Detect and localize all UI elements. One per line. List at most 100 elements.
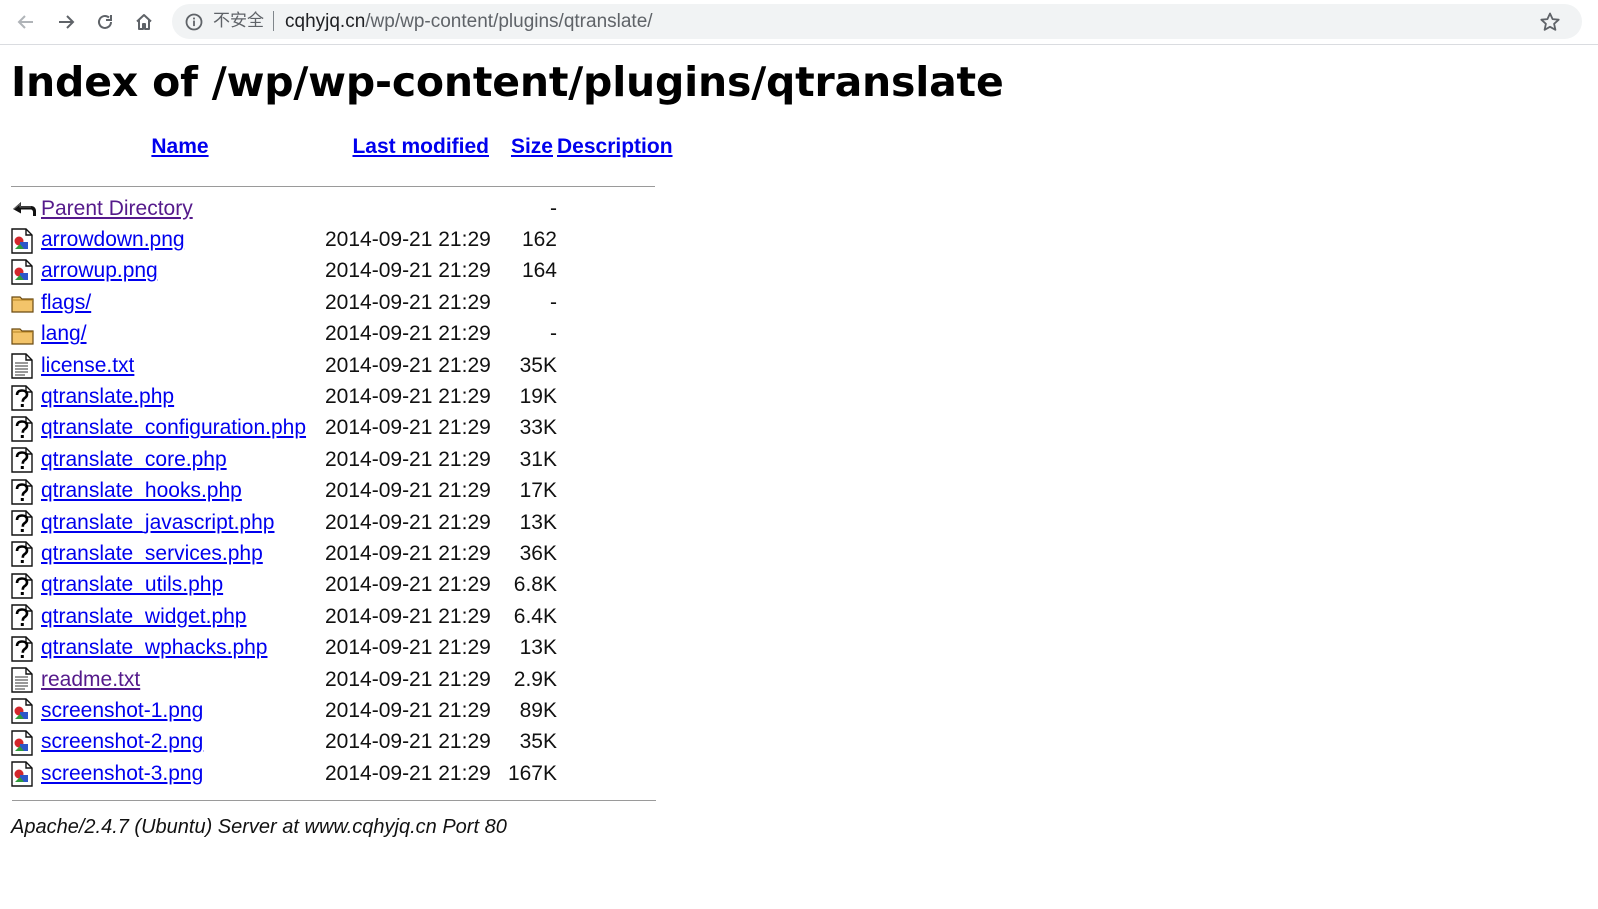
description-cell	[557, 476, 673, 507]
file-link[interactable]: license.txt	[41, 354, 134, 377]
sort-by-modified-link[interactable]: Last modified	[352, 135, 489, 158]
table-row: qtranslate_widget.php 2014-09-21 21:29 6.4…	[11, 601, 673, 632]
file-link[interactable]: qtranslate_configuration.php	[41, 416, 306, 439]
page-content: Index of /wp/wp-content/plugins/qtransla…	[11, 56, 1004, 838]
file-link[interactable]: screenshot-1.png	[41, 699, 203, 722]
last-modified-cell: 2014-09-21 21:29	[325, 604, 491, 628]
last-modified-cell: 2014-09-21 21:29	[325, 259, 491, 283]
reload-button[interactable]	[90, 7, 120, 37]
image-icon	[11, 224, 41, 255]
file-link[interactable]: lang/	[41, 322, 87, 345]
file-link[interactable]: qtranslate_javascript.php	[41, 511, 274, 534]
file-name-cell: lang/	[41, 319, 319, 350]
description-cell	[557, 444, 673, 475]
last-modified-cell: 2014-09-21 21:29	[325, 228, 491, 252]
file-link[interactable]: qtranslate_widget.php	[41, 605, 246, 628]
file-link[interactable]: qtranslate_utils.php	[41, 573, 223, 596]
description-cell	[557, 507, 673, 538]
last-modified-cell: 2014-09-21 21:29	[325, 290, 491, 314]
file-name-cell: readme.txt	[41, 664, 319, 695]
file-link[interactable]: screenshot-2.png	[41, 730, 203, 753]
file-link[interactable]: qtranslate.php	[41, 385, 174, 408]
file-name-cell: flags/	[41, 287, 319, 318]
description-cell	[557, 570, 673, 601]
description-cell	[557, 256, 673, 287]
url-text[interactable]: cqhyjq.cn/wp/wp-content/plugins/qtransla…	[285, 11, 653, 32]
table-row: Parent Directory -	[11, 193, 673, 224]
unknown-icon	[11, 476, 41, 507]
image-icon	[11, 256, 41, 287]
last-modified-cell	[319, 193, 499, 224]
unknown-icon	[11, 381, 41, 412]
table-row: arrowdown.png 2014-09-21 21:29 162	[11, 224, 673, 255]
file-name-cell: qtranslate_configuration.php	[41, 413, 319, 444]
table-row: qtranslate_hooks.php 2014-09-21 21:29 17K	[11, 476, 673, 507]
file-link[interactable]: qtranslate_wphacks.php	[41, 636, 267, 659]
table-row: flags/2014-09-21 21:29 -	[11, 287, 673, 318]
file-name-cell: qtranslate_hooks.php	[41, 476, 319, 507]
last-modified-cell: 2014-09-21 21:29	[325, 541, 491, 565]
last-modified-cell: 2014-09-21 21:29	[325, 385, 491, 409]
file-link[interactable]: qtranslate_core.php	[41, 448, 227, 471]
address-bar[interactable]: 不安全 cqhyjq.cn/wp/wp-content/plugins/qtra…	[172, 4, 1582, 39]
description-cell	[557, 193, 673, 224]
file-name-cell: qtranslate_wphacks.php	[41, 632, 319, 663]
unknown-icon	[11, 507, 41, 538]
description-cell	[557, 727, 673, 758]
image-icon	[11, 758, 41, 789]
header-divider	[11, 186, 655, 187]
last-modified-cell: 2014-09-21 21:29	[325, 667, 491, 691]
file-name-cell: Parent Directory	[41, 193, 319, 224]
last-modified-cell: 2014-09-21 21:29	[325, 573, 491, 597]
description-cell	[557, 413, 673, 444]
file-name-cell: qtranslate.php	[41, 381, 319, 412]
unknown-icon	[11, 538, 41, 569]
header-divider-row	[11, 167, 673, 193]
directory-listing: Name Last modified Size Description Pare…	[11, 135, 673, 789]
size-cell: -	[550, 196, 557, 220]
file-link[interactable]: arrowup.png	[41, 259, 158, 282]
description-cell	[557, 758, 673, 789]
size-cell: 31K	[519, 447, 557, 471]
description-cell	[557, 224, 673, 255]
bookmark-star-icon[interactable]	[1538, 10, 1562, 34]
table-row: qtranslate_core.php 2014-09-21 21:29 31K	[11, 444, 673, 475]
omnibox-divider	[273, 11, 274, 31]
sort-by-size-link[interactable]: Size	[511, 135, 553, 158]
reload-icon	[98, 14, 112, 29]
table-row: qtranslate_utils.php 2014-09-21 21:29 6.8K	[11, 570, 673, 601]
size-cell: 6.8K	[513, 573, 557, 597]
description-cell	[557, 632, 673, 663]
file-link[interactable]: Parent Directory	[41, 197, 193, 220]
last-modified-cell: 2014-09-21 21:29	[325, 353, 491, 377]
file-link[interactable]: screenshot-3.png	[41, 762, 203, 785]
file-link[interactable]: qtranslate_services.php	[41, 542, 263, 565]
size-cell: 162	[521, 228, 557, 252]
size-cell: 13K	[519, 510, 557, 534]
description-cell	[557, 381, 673, 412]
image-icon	[11, 727, 41, 758]
size-cell: 2.9K	[513, 667, 557, 691]
file-link[interactable]: qtranslate_hooks.php	[41, 479, 242, 502]
size-cell: 17K	[519, 479, 557, 503]
size-column-header: Size	[499, 135, 557, 167]
forward-button[interactable]	[51, 7, 81, 37]
last-modified-cell: 2014-09-21 21:29	[325, 322, 491, 346]
url-host: cqhyjq.cn	[285, 11, 366, 32]
info-icon[interactable]	[184, 12, 204, 32]
sort-by-name-link[interactable]: Name	[151, 135, 208, 158]
back-button[interactable]	[11, 7, 41, 37]
table-row: lang/2014-09-21 21:29 -	[11, 319, 673, 350]
size-cell: 164	[521, 259, 557, 283]
security-status[interactable]: 不安全	[213, 12, 264, 31]
file-link[interactable]: flags/	[41, 291, 91, 314]
file-link[interactable]: readme.txt	[41, 668, 140, 691]
description-cell	[557, 664, 673, 695]
sort-by-description-link[interactable]: Description	[557, 135, 673, 158]
file-name-cell: screenshot-1.png	[41, 695, 319, 726]
file-link[interactable]: arrowdown.png	[41, 228, 185, 251]
size-cell: 13K	[519, 636, 557, 660]
last-modified-cell: 2014-09-21 21:29	[325, 636, 491, 660]
home-button[interactable]	[129, 7, 159, 37]
table-row: qtranslate_configuration.php 2014-09-21 2…	[11, 413, 673, 444]
